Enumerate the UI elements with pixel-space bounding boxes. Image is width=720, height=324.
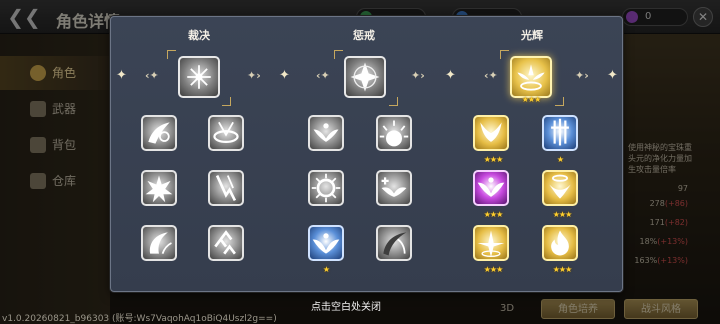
chevron-right-icon: ✦› (575, 69, 589, 82)
top-skill-judgment[interactable] (178, 56, 220, 98)
skill-punishment-4[interactable] (376, 170, 412, 206)
judgment-burst-icon (187, 65, 211, 89)
vortex-slash-icon (148, 122, 170, 144)
skill-punishment-2[interactable] (376, 115, 412, 151)
star-rating: ★★★ (552, 210, 573, 219)
sunrise-burst-icon (379, 120, 409, 147)
falling-strike-icon (215, 175, 237, 202)
chevron-right-icon: ✦› (411, 69, 425, 82)
star-rating: ★★★ (483, 265, 504, 274)
skill-judgment-5[interactable] (141, 225, 177, 261)
winged-plus-icon (381, 177, 407, 197)
skill-radiance-4[interactable] (542, 170, 578, 206)
skill-radiance-6[interactable] (542, 225, 578, 261)
star-rating: ★★★ (521, 95, 542, 104)
spiral-ring-icon (213, 121, 239, 143)
skill-judgment-3[interactable] (141, 170, 177, 206)
skill-punishment-3[interactable] (308, 170, 344, 206)
golden-wings-icon (480, 122, 502, 142)
star-rating: ★★★ (552, 265, 573, 274)
skill-tree-modal: 裁决 惩戒 光辉 ✦ ‹✦ ✦› ✦ ‹✦ ✦› ✦ ‹✦ ✦› ✦ ★★★ ★… (110, 16, 623, 292)
top-skill-radiance[interactable] (510, 56, 552, 98)
skill-punishment-1[interactable] (308, 115, 344, 151)
skill-radiance-2[interactable] (542, 115, 578, 151)
skill-radiance-5[interactable] (473, 225, 509, 261)
skill-radiance-1[interactable] (473, 115, 509, 151)
skill-judgment-4[interactable] (208, 170, 244, 206)
triple-sword-icon (551, 118, 569, 146)
ascending-arrows-icon (214, 230, 236, 255)
chevron-left-icon: ‹✦ (484, 69, 498, 82)
chevron-left-icon: ‹✦ (316, 69, 330, 82)
game-screen: ❮❮ 角色详情 0 ✕ 角色 武器 背包 仓库 使用神秘的宝珠重 头元的净化力量… (0, 0, 720, 324)
column-title-punishment: 惩戒 (353, 29, 375, 42)
sparkle-icon: ✦ (279, 68, 290, 83)
top-skill-punishment[interactable] (344, 56, 386, 98)
chevron-right-icon: ✦› (247, 69, 261, 82)
halo-angel-icon (549, 174, 571, 199)
skill-punishment-5[interactable] (308, 225, 344, 261)
shadow-claw-icon (383, 232, 407, 256)
column-title-radiance: 光辉 (521, 29, 543, 42)
angel-descent-icon (312, 233, 340, 254)
version-label: v1.0.20260821_b96303 (账号:Ws7VaqohAq1oBiQ… (2, 314, 277, 324)
skill-punishment-6[interactable] (376, 225, 412, 261)
holy-light-icon (477, 230, 505, 258)
close-hint: 点击空白处关闭 (311, 302, 381, 313)
star-rating: ★★★ (483, 210, 504, 219)
sun-ring-icon (311, 173, 341, 203)
winged-angel-icon (313, 123, 339, 142)
skill-radiance-3[interactable] (473, 170, 509, 206)
crescent-wave-icon (149, 232, 172, 254)
golden-flame-icon (551, 230, 569, 256)
column-title-judgment: 裁决 (188, 29, 210, 42)
shatter-burst-icon (145, 175, 173, 203)
skill-judgment-2[interactable] (208, 115, 244, 151)
star-rating: ★ (556, 155, 564, 164)
sparkle-icon: ✦ (116, 68, 127, 83)
sparkle-icon: ✦ (607, 68, 618, 83)
arcane-angel-icon (477, 177, 505, 197)
skill-judgment-1[interactable] (141, 115, 177, 151)
radiant-angel-icon (517, 64, 545, 91)
chevron-left-icon: ‹✦ (145, 69, 159, 82)
four-point-star-icon (350, 62, 380, 92)
star-rating: ★★★ (483, 155, 504, 164)
star-rating: ★ (322, 265, 330, 274)
skill-judgment-6[interactable] (208, 225, 244, 261)
sparkle-icon: ✦ (445, 68, 456, 83)
